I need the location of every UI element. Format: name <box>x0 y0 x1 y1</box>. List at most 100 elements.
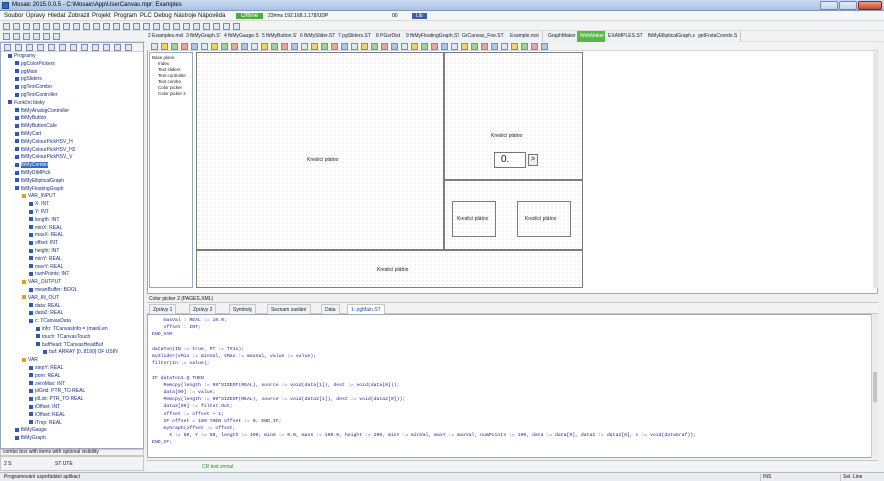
menu-upravy[interactable]: Úpravy <box>26 13 45 19</box>
designer-tool-icon[interactable] <box>461 43 468 50</box>
designer-tool-icon[interactable] <box>511 43 518 50</box>
designer-tool-icon[interactable] <box>311 43 318 50</box>
build-icon[interactable] <box>93 23 100 30</box>
run-icon[interactable] <box>103 23 110 30</box>
grid-icon[interactable] <box>183 23 190 30</box>
cut-icon[interactable] <box>33 23 40 30</box>
tree-item[interactable]: c: TCanvasData <box>29 318 71 324</box>
designer-tool-icon[interactable] <box>301 43 308 50</box>
tab-11[interactable]: WebMaker <box>577 31 609 42</box>
tab-8[interactable]: GrCanvas_Fne.ST <box>459 31 508 42</box>
tree-item[interactable]: height: INT <box>29 248 59 254</box>
tree-item[interactable]: meanBuffer: BOOL <box>29 287 77 293</box>
undo-icon[interactable] <box>63 23 70 30</box>
tree-item[interactable]: pgTextController <box>15 92 57 98</box>
tree-item[interactable]: plList: PTR_TO REAL <box>29 396 84 402</box>
tree-item[interactable]: fbMyFloatingGraph <box>15 186 64 192</box>
find-icon[interactable] <box>83 23 90 30</box>
tree-item[interactable]: fbMyGraph <box>15 435 46 441</box>
page-item[interactable]: Text combo <box>158 79 181 84</box>
designer-tool-icon[interactable] <box>231 43 238 50</box>
designer-tool-icon[interactable] <box>291 43 298 50</box>
tree-item[interactable]: fbMyEllipticalGraph <box>15 178 64 184</box>
redo-icon[interactable] <box>73 23 80 30</box>
tab-pgmain[interactable]: 1: pgMain.ST <box>347 304 385 314</box>
editor-scrollbar[interactable] <box>871 314 878 458</box>
tree-tool-icon[interactable] <box>92 44 99 51</box>
tree-item[interactable]: VAR_IN_OUT <box>22 295 59 301</box>
stop-icon[interactable] <box>113 23 120 30</box>
paste-icon[interactable] <box>53 33 60 40</box>
designer-tool-icon[interactable] <box>341 43 348 50</box>
tree-item[interactable]: fbMyCart <box>15 131 41 137</box>
designer-tool-icon[interactable] <box>471 43 478 50</box>
designer-tool-icon[interactable] <box>241 43 248 50</box>
tab-zpravy-2[interactable]: Zprávy 2 <box>189 304 217 314</box>
tab-9[interactable]: Example.mxl <box>507 31 543 42</box>
designer-tool-icon[interactable] <box>151 43 158 50</box>
minimize-button[interactable] <box>820 1 838 10</box>
main-canvas[interactable]: Kreslicí plátno <box>196 52 444 250</box>
tree-tool-icon[interactable] <box>103 44 110 51</box>
tree-item[interactable]: iTmp: REAL <box>29 420 62 426</box>
page-item[interactable]: Text sliders <box>158 67 181 72</box>
designer-tool-icon[interactable] <box>411 43 418 50</box>
tab-6[interactable]: 8 PGsrDist <box>373 31 405 42</box>
designer-tool-icon[interactable] <box>491 43 498 50</box>
table-icon[interactable] <box>213 23 220 30</box>
tree-item[interactable]: pgColorPickers <box>15 61 55 67</box>
tab-5[interactable]: 7 pgSliders.ST <box>335 31 375 42</box>
designer-tool-icon[interactable] <box>331 43 338 50</box>
code-editor[interactable]: maxVal : REAL := 10.0; offset : INT; END_… <box>147 314 878 458</box>
tree-item[interactable]: fbMyButtonCafe <box>15 123 57 129</box>
tree-item[interactable]: pgTextCombo <box>15 84 52 90</box>
open-icon[interactable] <box>13 33 20 40</box>
monitor-icon[interactable] <box>153 23 160 30</box>
designer-tool-icon[interactable] <box>501 43 508 50</box>
tree-item[interactable]: VAR_OUTPUT <box>22 279 61 285</box>
tree-item[interactable]: iOffset: REAL <box>29 412 65 418</box>
tab-14[interactable]: getFrstaCoordx.S <box>695 31 742 42</box>
page-item[interactable]: Color picker 2 <box>158 91 186 96</box>
tree-tool-icon[interactable] <box>125 44 132 51</box>
tab-12[interactable]: EXAMPLES.ST <box>605 31 647 42</box>
tree-item[interactable]: pgMain <box>15 69 37 75</box>
menu-zobrazit[interactable]: Zobrazit <box>68 13 90 19</box>
designer-tool-icon[interactable] <box>391 43 398 50</box>
designer-tool-icon[interactable] <box>481 43 488 50</box>
watch-icon[interactable] <box>133 23 140 30</box>
designer-tool-icon[interactable] <box>381 43 388 50</box>
layout-icon[interactable] <box>223 23 230 30</box>
designer-tool-icon[interactable] <box>401 43 408 50</box>
tree-item[interactable]: buf: ARRAY [0..8190] OF USIN <box>43 349 118 355</box>
page-item[interactable]: Text controller <box>158 73 186 78</box>
tree-item[interactable]: data2: REAL <box>29 310 63 316</box>
tab-10[interactable]: GraphMaker <box>545 31 580 42</box>
tree-item[interactable]: VAR <box>22 357 38 363</box>
tree-item[interactable]: minX: REAL <box>29 225 62 231</box>
menu-projekt[interactable]: Projekt <box>92 13 111 19</box>
designer-tool-icon[interactable] <box>421 43 428 50</box>
designer-tool-icon[interactable] <box>451 43 458 50</box>
paste-icon[interactable] <box>53 23 60 30</box>
designer-tool-icon[interactable] <box>161 43 168 50</box>
tree-tool-icon[interactable] <box>70 44 77 51</box>
project-tree[interactable]: Programy pgColorPickers pgMain pgSliders pgT… <box>0 42 144 449</box>
designer-tool-icon[interactable] <box>261 43 268 50</box>
tree-item[interactable]: length: INT <box>29 217 59 223</box>
tree-item[interactable]: pgSliders <box>15 76 42 82</box>
tree-item[interactable]: fbMyDIMPick <box>15 170 50 176</box>
chart-icon[interactable] <box>203 23 210 30</box>
menu-plc[interactable]: PLC <box>140 13 152 19</box>
page-item[interactable]: Index <box>158 61 169 66</box>
tree-item[interactable]: fbMyCombo <box>15 162 48 169</box>
tree-item[interactable]: maxY: REAL <box>29 264 63 270</box>
tree-tool-icon[interactable] <box>15 44 22 51</box>
tab-data[interactable]: Data <box>321 304 340 314</box>
designer-tool-icon[interactable] <box>191 43 198 50</box>
settings-icon[interactable] <box>233 23 240 30</box>
tree-tool-icon[interactable] <box>4 44 11 51</box>
tab-zpravy-1[interactable]: Zprávy 1 <box>149 304 177 314</box>
tab-4[interactable]: 6 fbMySlider.ST <box>297 31 340 42</box>
copy-icon[interactable] <box>43 33 50 40</box>
